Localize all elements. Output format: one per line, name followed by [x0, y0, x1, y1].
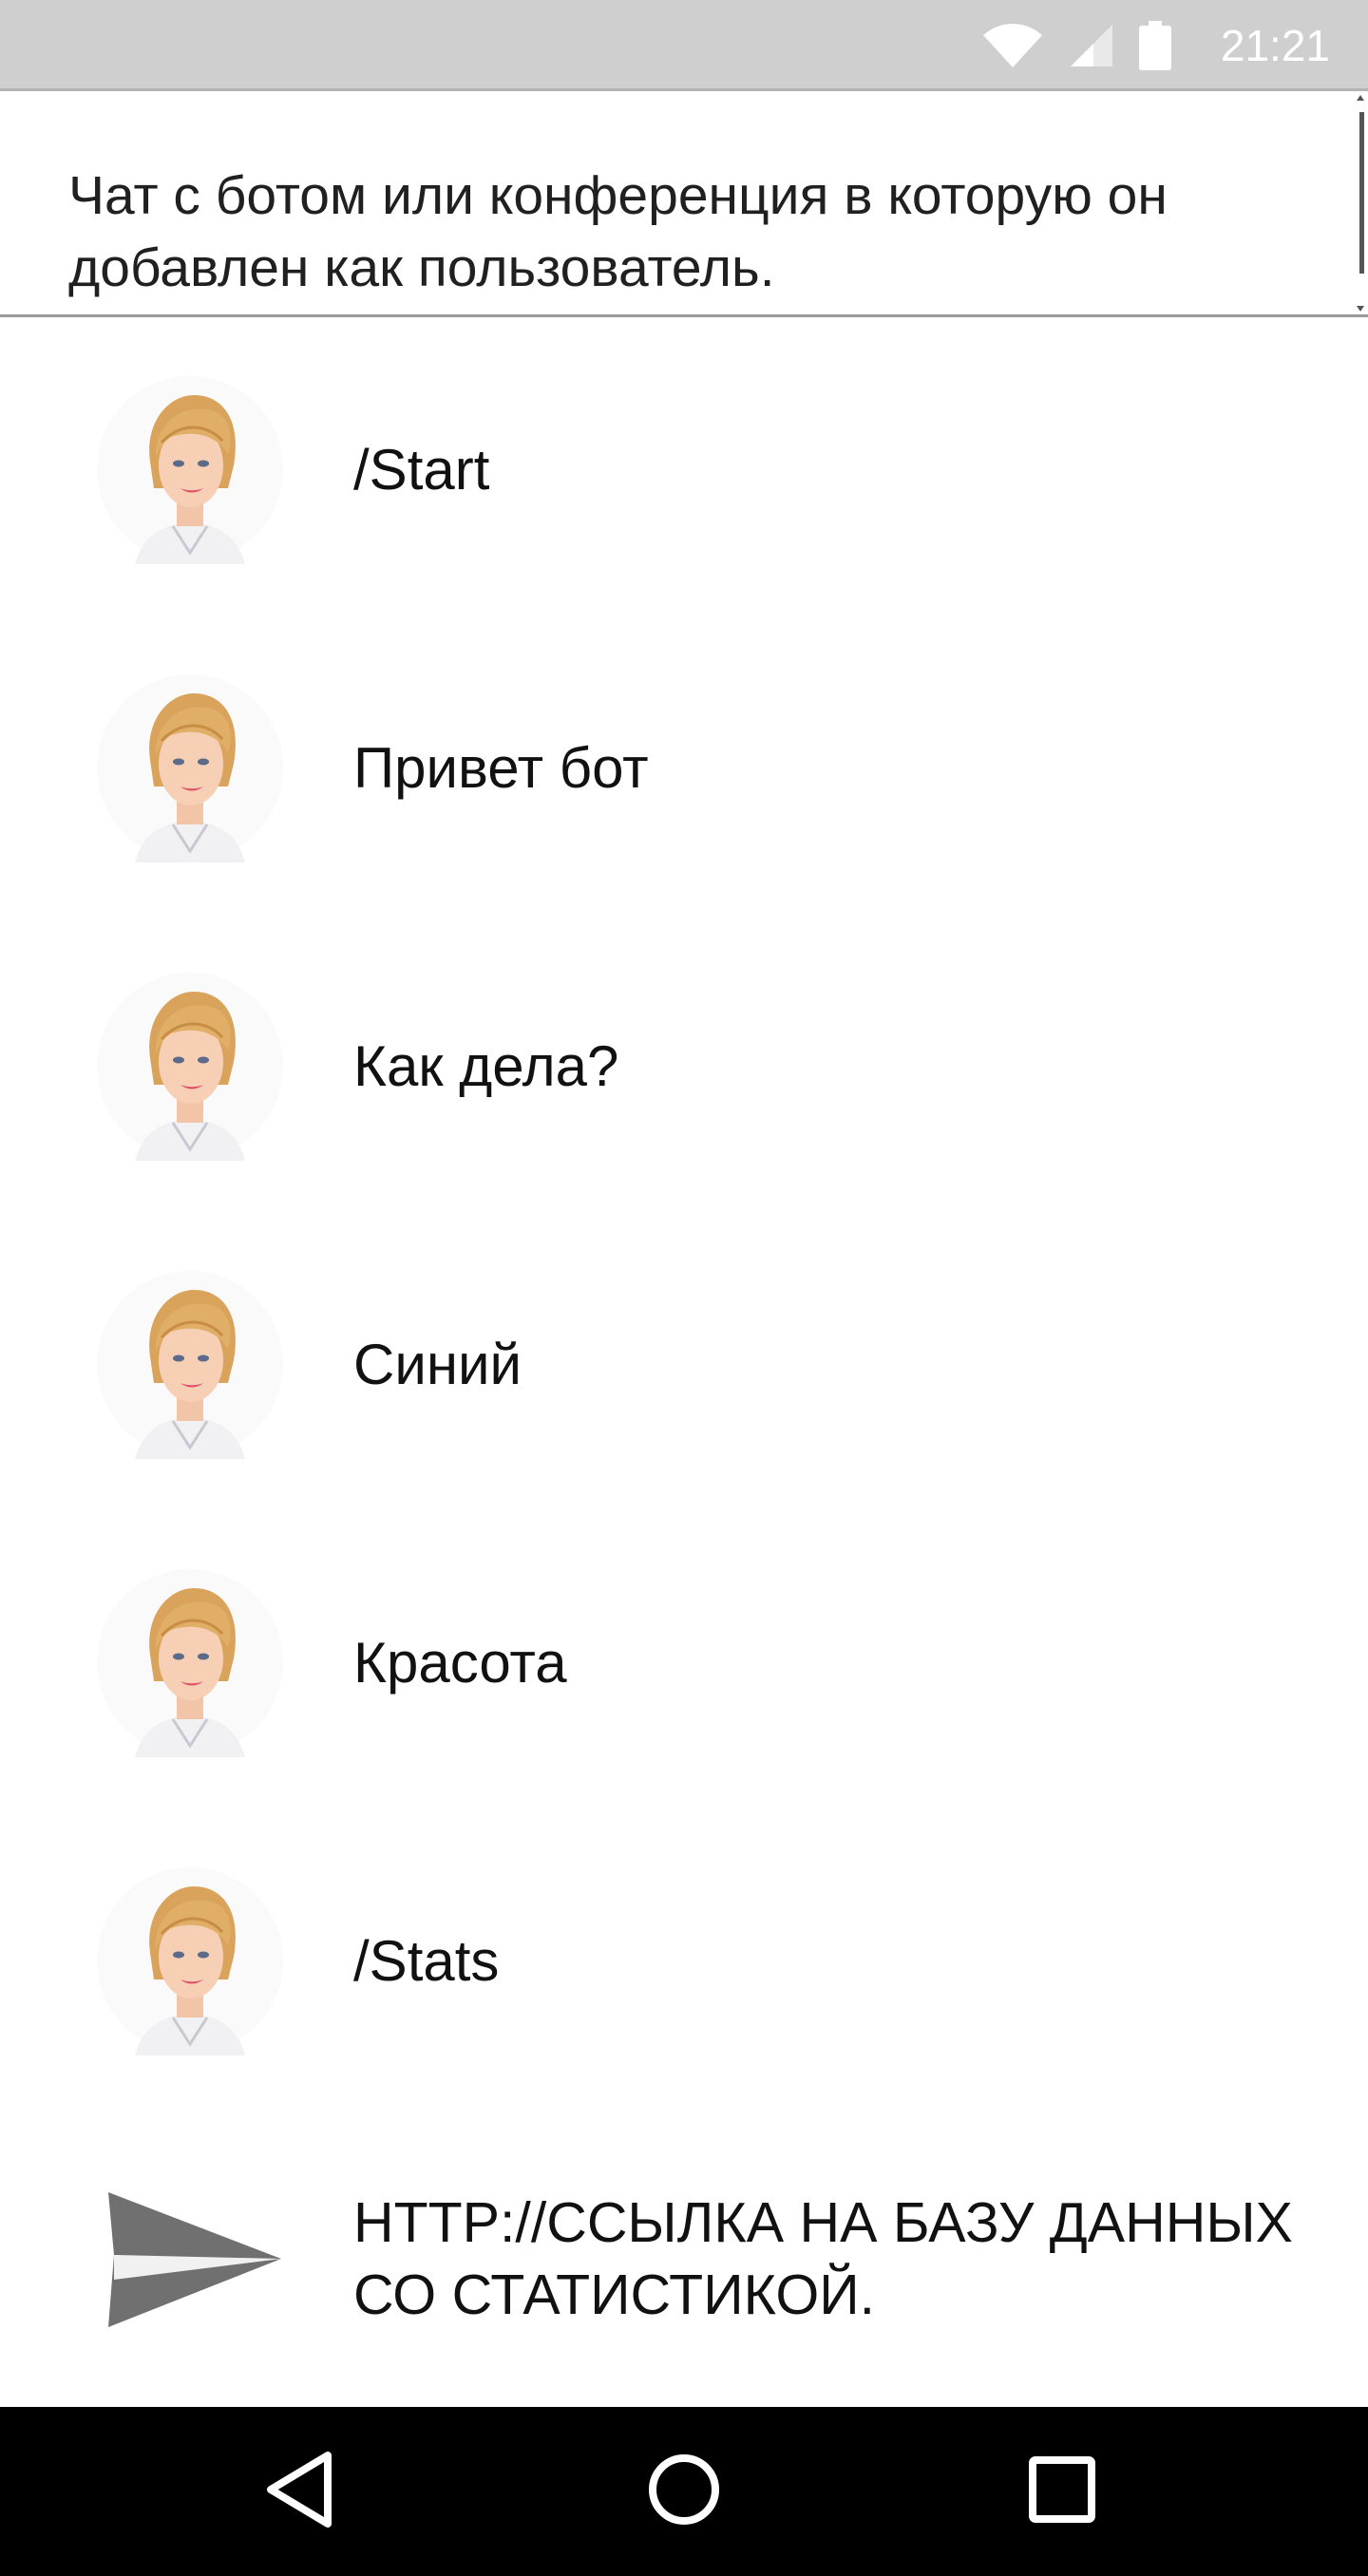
status-bar: 21:21: [0, 0, 1368, 91]
user-avatar: [95, 1866, 285, 2055]
message-item[interactable]: Привет бот: [0, 672, 1368, 862]
status-time: 21:21: [1220, 21, 1330, 70]
header-scrollbar[interactable]: [1351, 91, 1368, 317]
message-text: Красота: [353, 1630, 567, 1695]
message-item[interactable]: Красота: [0, 1567, 1368, 1757]
message-text: Как дела?: [353, 1033, 619, 1098]
bot-reply-item[interactable]: HTTP://ССЫЛКА НА БАЗУ ДАННЫХ СО СТАТИСТИ…: [0, 2166, 1368, 2356]
back-icon: [263, 2450, 335, 2534]
chat-header: Чат с ботом или конференция в которую он…: [0, 91, 1368, 317]
message-item[interactable]: Как дела?: [0, 971, 1368, 1161]
message-text: Синий: [353, 1332, 522, 1396]
user-avatar: [95, 374, 285, 564]
wifi-icon: [981, 22, 1044, 69]
scroll-thumb[interactable]: [1359, 112, 1364, 274]
message-text: /Stats: [353, 1928, 500, 1993]
user-avatar: [95, 971, 285, 1161]
recents-button[interactable]: [967, 2407, 1157, 2576]
message-item[interactable]: /Stats: [0, 1866, 1368, 2055]
message-item[interactable]: /Start: [0, 374, 1368, 564]
home-button[interactable]: [589, 2407, 779, 2576]
status-icons: 21:21: [981, 0, 1330, 91]
message-text: Привет бот: [353, 735, 649, 800]
user-avatar: [95, 672, 285, 862]
header-description: Чат с ботом или конференция в которую он…: [68, 165, 1168, 298]
signal-icon: [1069, 23, 1114, 68]
user-avatar: [95, 1567, 285, 1757]
message-text: /Start: [353, 437, 490, 502]
recents-icon: [1028, 2455, 1096, 2529]
home-icon: [646, 2452, 722, 2532]
send-icon: [104, 2188, 285, 2336]
message-item[interactable]: Синий: [0, 1269, 1368, 1459]
navigation-bar: [0, 2407, 1368, 2576]
user-avatar: [95, 1269, 285, 1459]
back-button[interactable]: [204, 2407, 394, 2576]
battery-icon: [1138, 21, 1171, 70]
scroll-up-arrow-icon[interactable]: [1357, 95, 1364, 101]
bot-reply-text: HTTP://ССЫЛКА НА БАЗУ ДАННЫХ СО СТАТИСТИ…: [353, 2191, 1293, 2326]
scroll-down-arrow-icon[interactable]: [1357, 306, 1364, 312]
